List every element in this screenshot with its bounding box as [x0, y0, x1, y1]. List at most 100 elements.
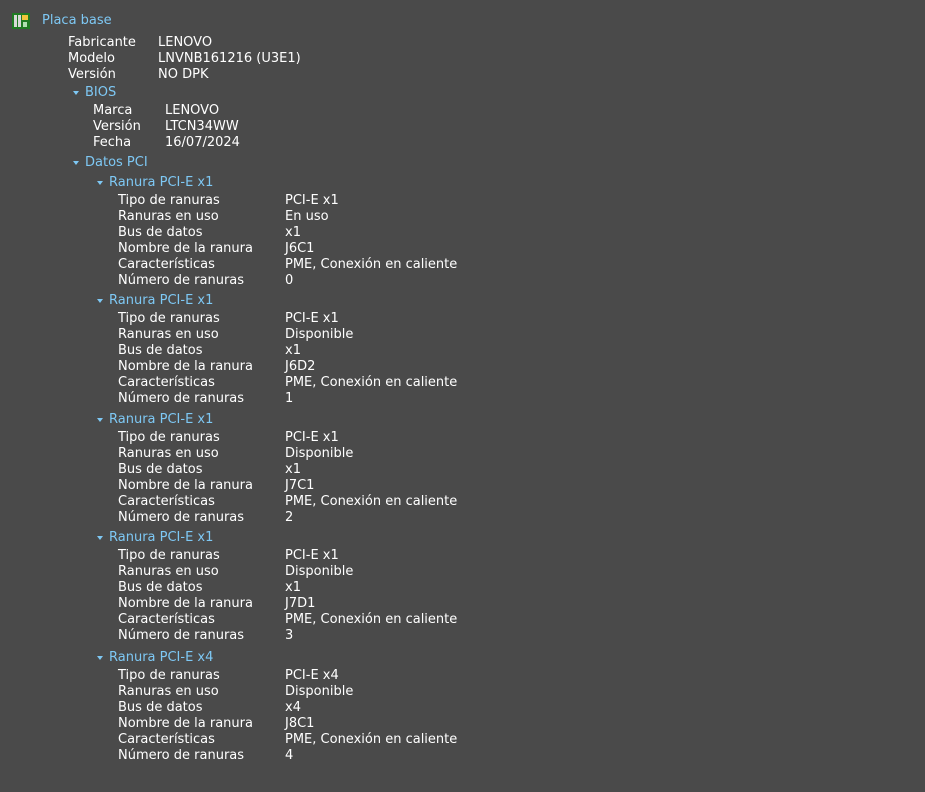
property-label: Tipo de ranuras: [118, 193, 220, 208]
property-value: x1: [285, 225, 301, 240]
property-row: Número de ranuras 0: [118, 273, 457, 289]
property-label: Número de ranuras: [118, 748, 245, 763]
property-label: Características: [118, 612, 215, 627]
property-label: Tipo de ranuras: [118, 668, 220, 683]
property-row: Versión NO DPK: [68, 67, 301, 83]
property-label: Número de ranuras: [118, 391, 245, 406]
slot-toggle[interactable]: Ranura PCI-E x1: [97, 293, 213, 309]
property-value: PCI-E x1: [285, 311, 339, 326]
bios-properties: Marca LENOVO Versión LTCN34WW Fecha 16/0…: [93, 103, 240, 151]
property-value: Disponible: [285, 446, 354, 461]
property-value: 16/07/2024: [165, 135, 240, 150]
slot-properties: Tipo de ranuras PCI-E x1 Ranuras en uso En…: [118, 193, 457, 289]
property-value: PME, Conexión en caliente: [285, 257, 458, 272]
property-label: Bus de datos: [118, 462, 203, 477]
motherboard-icon: [12, 13, 30, 29]
property-row: Ranuras en uso En uso: [118, 209, 457, 225]
property-value: J8C1: [285, 716, 315, 731]
property-row: Características PME, Conexión en caliente: [118, 375, 457, 391]
slot-properties: Tipo de ranuras PCI-E x1 Ranuras en uso Di…: [118, 311, 457, 407]
property-value: x4: [285, 700, 301, 715]
property-label: Fecha: [93, 135, 132, 150]
property-label: Fabricante: [68, 35, 136, 50]
property-value: PME, Conexión en caliente: [285, 375, 458, 390]
chevron-down-icon: [73, 91, 79, 95]
property-value: LTCN34WW: [165, 119, 239, 134]
property-label: Nombre de la ranura: [118, 359, 253, 374]
property-row: Bus de datos x1: [118, 225, 457, 241]
property-row: Fecha 16/07/2024: [93, 135, 240, 151]
bios-section-title: BIOS: [85, 85, 117, 100]
property-row: Tipo de ranuras PCI-E x4: [118, 668, 457, 684]
property-row: Número de ranuras 2: [118, 510, 457, 526]
pci-section-toggle[interactable]: Datos PCI: [73, 155, 148, 171]
chevron-down-icon: [97, 656, 103, 660]
property-label: Versión: [93, 119, 141, 134]
property-label: Ranuras en uso: [118, 327, 219, 342]
property-row: Modelo LNVNB161216 (U3E1): [68, 51, 301, 67]
slot-title: Ranura PCI-E x4: [109, 650, 214, 665]
property-row: Ranuras en uso Disponible: [118, 684, 457, 700]
property-value: PME, Conexión en caliente: [285, 494, 458, 509]
property-label: Tipo de ranuras: [118, 548, 220, 563]
slot-properties: Tipo de ranuras PCI-E x1 Ranuras en uso Di…: [118, 430, 457, 526]
property-row: Número de ranuras 3: [118, 628, 457, 644]
property-row: Ranuras en uso Disponible: [118, 446, 457, 462]
slot-toggle[interactable]: Ranura PCI-E x1: [97, 530, 213, 546]
property-value: PME, Conexión en caliente: [285, 732, 458, 747]
property-label: Modelo: [68, 51, 115, 66]
property-value: 4: [285, 748, 294, 763]
property-row: Número de ranuras 1: [118, 391, 457, 407]
property-row: Tipo de ranuras PCI-E x1: [118, 548, 457, 564]
property-value: x1: [285, 580, 301, 595]
property-row: Nombre de la ranura J7D1: [118, 596, 457, 612]
property-value: PCI-E x1: [285, 548, 339, 563]
property-label: Número de ranuras: [118, 273, 245, 288]
property-row: Nombre de la ranura J6C1: [118, 241, 457, 257]
slot-toggle[interactable]: Ranura PCI-E x1: [97, 412, 213, 428]
property-label: Nombre de la ranura: [118, 596, 253, 611]
slot-properties: Tipo de ranuras PCI-E x1 Ranuras en uso Di…: [118, 548, 457, 644]
property-row: Bus de datos x1: [118, 343, 457, 359]
property-value: LENOVO: [165, 103, 220, 118]
chevron-down-icon: [97, 418, 103, 422]
slot-properties: Tipo de ranuras PCI-E x4 Ranuras en uso Di…: [118, 668, 457, 764]
property-value: 2: [285, 510, 294, 525]
property-label: Nombre de la ranura: [118, 478, 253, 493]
property-label: Bus de datos: [118, 700, 203, 715]
property-value: LENOVO: [158, 35, 213, 50]
property-value: PCI-E x1: [285, 193, 339, 208]
slot-title: Ranura PCI-E x1: [109, 293, 214, 308]
property-row: Fabricante LENOVO: [68, 35, 301, 51]
property-value: Disponible: [285, 564, 354, 579]
property-row: Número de ranuras 4: [118, 748, 457, 764]
property-row: Ranuras en uso Disponible: [118, 564, 457, 580]
property-row: Bus de datos x1: [118, 580, 457, 596]
property-row: Bus de datos x1: [118, 462, 457, 478]
property-label: Características: [118, 494, 215, 509]
property-row: Nombre de la ranura J6D2: [118, 359, 457, 375]
slot-toggle[interactable]: Ranura PCI-E x1: [97, 175, 213, 191]
mainboard-properties: Fabricante LENOVO Modelo LNVNB161216 (U3…: [68, 35, 301, 83]
slot-title: Ranura PCI-E x1: [109, 530, 214, 545]
chevron-down-icon: [97, 181, 103, 185]
property-row: Nombre de la ranura J7C1: [118, 478, 457, 494]
slot-toggle[interactable]: Ranura PCI-E x4: [97, 650, 213, 666]
property-label: Ranuras en uso: [118, 446, 219, 461]
property-value: J6D2: [285, 359, 316, 374]
property-row: Tipo de ranuras PCI-E x1: [118, 193, 457, 209]
property-value: En uso: [285, 209, 329, 224]
property-value: PME, Conexión en caliente: [285, 612, 458, 627]
bios-section-toggle[interactable]: BIOS: [73, 85, 116, 101]
property-label: Tipo de ranuras: [118, 311, 220, 326]
property-row: Tipo de ranuras PCI-E x1: [118, 311, 457, 327]
property-label: Características: [118, 732, 215, 747]
placa-base-node[interactable]: Placa base: [12, 11, 112, 31]
property-row: Características PME, Conexión en caliente: [118, 612, 457, 628]
chevron-down-icon: [97, 536, 103, 540]
slot-title: Ranura PCI-E x1: [109, 175, 214, 190]
property-label: Número de ranuras: [118, 628, 245, 643]
property-value: PCI-E x4: [285, 668, 339, 683]
property-label: Nombre de la ranura: [118, 716, 253, 731]
property-label: Tipo de ranuras: [118, 430, 220, 445]
